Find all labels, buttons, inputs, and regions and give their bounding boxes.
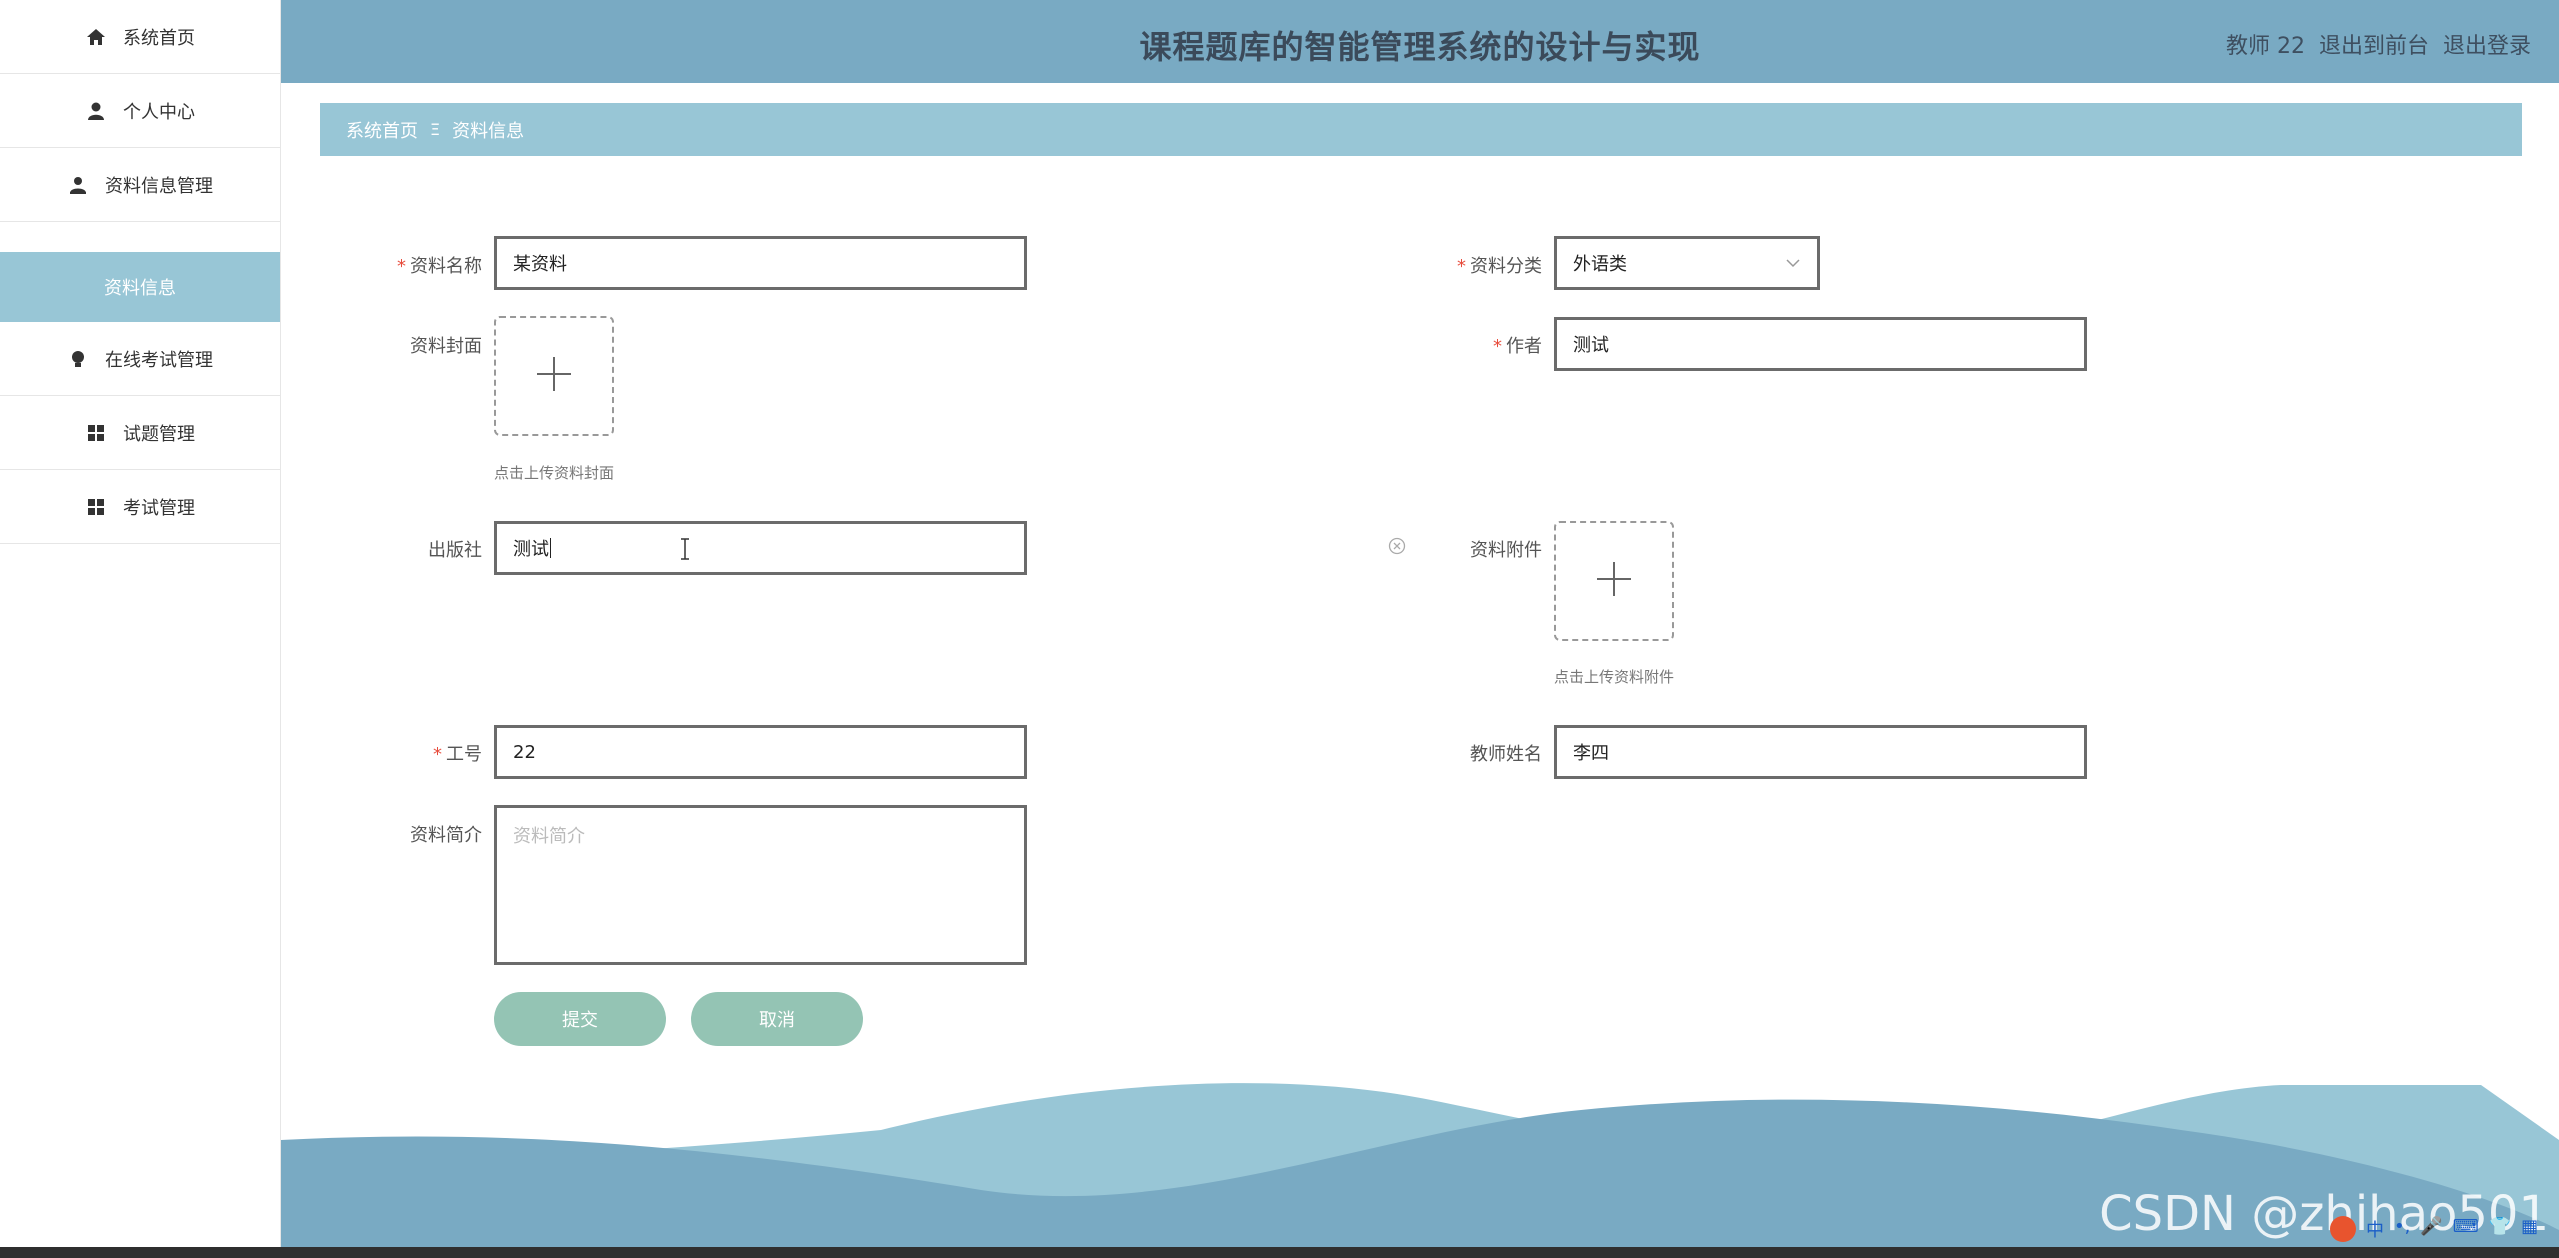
cancel-button[interactable]: 取消: [691, 992, 863, 1046]
top-header: 课程题库的智能管理系统的设计与实现 教师 22 退出到前台 退出登录: [281, 0, 2559, 83]
author-label: * 作者: [1493, 336, 1542, 357]
attachment-upload[interactable]: [1554, 521, 1674, 641]
attachment-hint: 点击上传资料附件: [1554, 668, 1675, 686]
sidebar-item-home[interactable]: 系统首页: [0, 0, 280, 74]
home-icon: [85, 26, 107, 48]
breadcrumb-home[interactable]: 系统首页: [346, 117, 418, 143]
sidebar-item-personal-center[interactable]: 个人中心: [0, 74, 280, 148]
grid-icon: [85, 496, 107, 518]
cover-label: 资料封面: [410, 336, 482, 357]
sidebar-item-question-management[interactable]: 试题管理: [0, 396, 280, 470]
plus-icon: [535, 355, 573, 397]
category-label: * 资料分类: [1457, 256, 1542, 277]
chevron-down-icon: [1783, 253, 1803, 273]
author-input[interactable]: 测试: [1554, 317, 2087, 371]
sidebar-item-label: 试题管理: [123, 423, 195, 445]
job-no-input[interactable]: 22: [494, 725, 1027, 779]
job-no-label: * 工号: [433, 744, 482, 765]
cover-upload[interactable]: [494, 316, 614, 436]
sidebar-item-material-info[interactable]: 资料信息: [0, 252, 280, 322]
intro-textarea[interactable]: 资料简介: [494, 805, 1027, 965]
back-to-front-link[interactable]: 退出到前台: [2319, 28, 2429, 60]
user-icon: [85, 100, 107, 122]
sidebar-item-label: 资料信息: [104, 278, 176, 299]
user-group-icon: [67, 174, 89, 196]
category-select[interactable]: 外语类: [1554, 236, 1820, 290]
grid-icon: [85, 422, 107, 444]
current-user: 教师 22: [2225, 34, 2305, 59]
header-user-actions: 教师 22 退出到前台 退出登录: [2226, 28, 2531, 60]
sidebar-item-label: 系统首页: [123, 27, 195, 49]
sidebar-item-label: 资料信息管理: [105, 175, 213, 197]
sidebar-item-online-exam[interactable]: 在线考试管理: [0, 322, 280, 396]
material-name-input[interactable]: 某资料: [494, 236, 1027, 290]
publisher-label: 出版社: [428, 540, 482, 561]
intro-label: 资料简介: [410, 825, 482, 846]
sidebar-item-material-management[interactable]: 资料信息管理: [0, 148, 280, 222]
skin-icon[interactable]: 👕: [2489, 1216, 2511, 1242]
sidebar-item-label: 个人中心: [123, 101, 195, 123]
ime-language-indicator[interactable]: 中: [2366, 1216, 2384, 1242]
publisher-input[interactable]: 测试: [494, 521, 1027, 575]
submit-button[interactable]: 提交: [494, 992, 666, 1046]
sogou-logo-icon: [2330, 1216, 2356, 1242]
name-label: * 资料名称: [397, 256, 482, 277]
breadcrumb-separator: Ξ: [430, 120, 441, 139]
teacher-name-label: 教师姓名: [1470, 744, 1542, 765]
breadcrumb-current: 资料信息: [452, 120, 525, 142]
cover-hint: 点击上传资料封面: [494, 464, 615, 482]
sidebar-item-label: 考试管理: [123, 497, 195, 519]
text-cursor-icon: [679, 538, 691, 565]
bulb-icon: [67, 348, 89, 370]
attachment-label: 资料附件: [1470, 540, 1542, 561]
toolbox-icon[interactable]: ▦: [2521, 1216, 2538, 1242]
ime-tray: 中 •, 🎤 ⌨ 👕 ▦: [2330, 1216, 2538, 1242]
plus-icon: [1595, 560, 1633, 602]
teacher-name-input[interactable]: 李四: [1554, 725, 2087, 779]
breadcrumb: 系统首页 Ξ 资料信息: [320, 103, 2522, 156]
sidebar-item-label: 在线考试管理: [105, 349, 213, 371]
logout-link[interactable]: 退出登录: [2443, 28, 2531, 60]
microphone-icon[interactable]: 🎤: [2420, 1216, 2442, 1242]
sidebar: 系统首页 个人中心 资料信息管理 资料信息 在线考试管理 试题管理 考试管理: [0, 0, 281, 1258]
sidebar-item-exam-management[interactable]: 考试管理: [0, 470, 280, 544]
window-bottom-edge: [0, 1247, 2559, 1258]
punctuation-icon[interactable]: •,: [2394, 1216, 2410, 1242]
page-title: 课程题库的智能管理系统的设计与实现: [1139, 28, 1701, 66]
keyboard-icon[interactable]: ⌨: [2453, 1216, 2479, 1242]
